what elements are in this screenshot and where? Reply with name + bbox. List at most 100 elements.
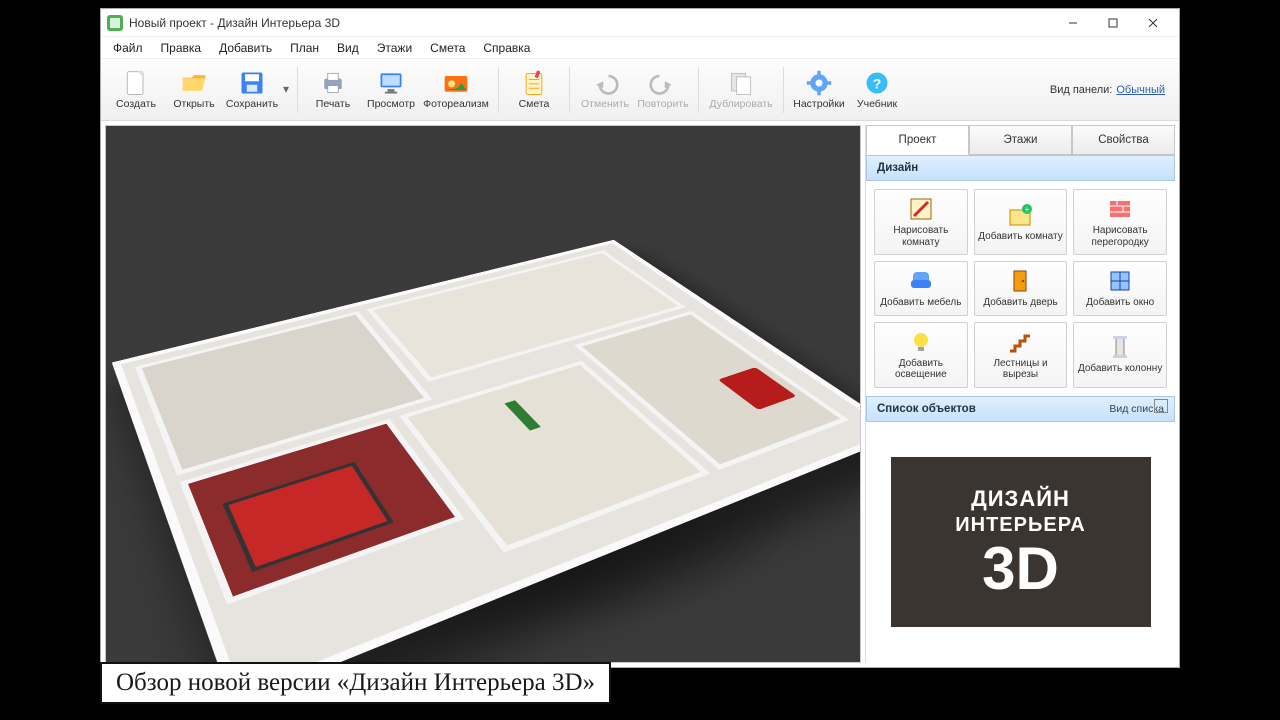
create-button[interactable]: Создать <box>107 64 165 116</box>
add-column-label: Добавить колонну <box>1078 363 1162 375</box>
maximize-button[interactable] <box>1093 12 1133 34</box>
undo-button[interactable]: Отменить <box>576 64 634 116</box>
design-grid: Нарисовать комнату + Добавить комнату На… <box>866 181 1175 396</box>
separator <box>569 67 570 113</box>
save-icon <box>238 69 266 97</box>
app-icon <box>107 15 123 31</box>
sidebar-tabs: Проект Этажи Свойства <box>866 125 1175 155</box>
menu-view[interactable]: Вид <box>329 39 367 57</box>
redo-button[interactable]: Повторить <box>634 64 692 116</box>
video-caption: Обзор новой версии «Дизайн Интерьера 3D» <box>100 662 611 704</box>
separator <box>498 67 499 113</box>
menu-plan[interactable]: План <box>282 39 327 57</box>
svg-text:?: ? <box>873 75 882 91</box>
close-button[interactable] <box>1133 12 1173 34</box>
floorplan-render <box>106 126 860 662</box>
preview-label: Просмотр <box>367 99 415 111</box>
add-window-label: Добавить окно <box>1086 297 1154 309</box>
logo-3d: ДИЗАЙН ИНТЕРЬЕРА 3D <box>891 457 1151 627</box>
door-icon <box>1007 268 1033 294</box>
window-title: Новый проект - Дизайн Интерьера 3D <box>129 16 1053 30</box>
duplicate-icon <box>727 69 755 97</box>
separator <box>783 67 784 113</box>
add-window-button[interactable]: Добавить окно <box>1073 261 1167 316</box>
photoreal-button[interactable]: Фотореализм <box>420 64 492 116</box>
lightbulb-icon <box>908 329 934 355</box>
design-header-label: Дизайн <box>877 162 918 174</box>
duplicate-button[interactable]: Дублировать <box>705 64 777 116</box>
print-button[interactable]: Печать <box>304 64 362 116</box>
panel-view-selector: Вид панели: Обычный <box>1050 84 1173 96</box>
tab-properties[interactable]: Свойства <box>1072 125 1175 155</box>
settings-button[interactable]: Настройки <box>790 64 848 116</box>
add-furniture-label: Добавить мебель <box>880 297 961 309</box>
add-room-icon: + <box>1007 202 1033 228</box>
add-room-button[interactable]: + Добавить комнату <box>974 189 1068 255</box>
open-label: Открыть <box>173 99 214 111</box>
panel-view-label: Вид панели: <box>1050 84 1112 96</box>
stairs-label: Лестницы и вырезы <box>977 358 1065 381</box>
monitor-icon <box>377 69 405 97</box>
printer-icon <box>319 69 347 97</box>
column-icon <box>1107 334 1133 360</box>
add-column-button[interactable]: Добавить колонну <box>1073 322 1167 388</box>
undo-label: Отменить <box>581 99 629 111</box>
notepad-icon <box>520 69 548 97</box>
tutorial-button[interactable]: ? Учебник <box>848 64 906 116</box>
photoreal-icon <box>442 69 470 97</box>
tutorial-label: Учебник <box>857 99 897 111</box>
separator <box>698 67 699 113</box>
save-dropdown[interactable]: ▾ <box>281 64 291 116</box>
redo-label: Повторить <box>637 99 688 111</box>
menu-edit[interactable]: Правка <box>153 39 210 57</box>
menu-help[interactable]: Справка <box>475 39 538 57</box>
menu-add[interactable]: Добавить <box>211 39 280 57</box>
sidebar: Проект Этажи Свойства Дизайн Нарисовать … <box>865 125 1175 663</box>
viewport-3d[interactable] <box>105 125 861 663</box>
logo-line2: ИНТЕРЬЕРА <box>955 514 1085 537</box>
add-door-label: Добавить дверь <box>983 297 1057 309</box>
menu-bar: Файл Правка Добавить План Вид Этажи Смет… <box>101 37 1179 59</box>
create-label: Создать <box>116 99 156 111</box>
add-room-label: Добавить комнату <box>978 231 1062 243</box>
new-file-icon <box>122 69 150 97</box>
draw-room-label: Нарисовать комнату <box>877 225 965 248</box>
objects-header-label: Список объектов <box>877 403 976 415</box>
tab-floors[interactable]: Этажи <box>969 125 1072 155</box>
draw-room-button[interactable]: Нарисовать комнату <box>874 189 968 255</box>
brick-wall-icon <box>1107 196 1133 222</box>
redo-icon <box>649 69 677 97</box>
logo-line3: 3D <box>982 539 1059 599</box>
objects-panel-header: Список объектов Вид списка <box>866 396 1175 422</box>
open-button[interactable]: Открыть <box>165 64 223 116</box>
save-button[interactable]: Сохранить <box>223 64 281 116</box>
panel-view-link[interactable]: Обычный <box>1116 84 1165 96</box>
object-list: ДИЗАЙН ИНТЕРЬЕРА 3D <box>866 422 1175 664</box>
menu-floors[interactable]: Этажи <box>369 39 420 57</box>
add-furniture-button[interactable]: Добавить мебель <box>874 261 968 316</box>
duplicate-label: Дублировать <box>709 99 772 111</box>
menu-estimate[interactable]: Смета <box>422 39 473 57</box>
minimize-button[interactable] <box>1053 12 1093 34</box>
draw-partition-button[interactable]: Нарисовать перегородку <box>1073 189 1167 255</box>
armchair-icon <box>908 268 934 294</box>
separator <box>297 67 298 113</box>
gear-icon <box>805 69 833 97</box>
add-light-button[interactable]: Добавить освещение <box>874 322 968 388</box>
list-view-icon[interactable] <box>1154 399 1168 413</box>
draw-partition-label: Нарисовать перегородку <box>1076 225 1164 248</box>
preview-button[interactable]: Просмотр <box>362 64 420 116</box>
add-door-button[interactable]: Добавить дверь <box>974 261 1068 316</box>
design-panel-header: Дизайн <box>866 155 1175 181</box>
menu-file[interactable]: Файл <box>105 39 151 57</box>
application-window: Новый проект - Дизайн Интерьера 3D Файл … <box>100 8 1180 668</box>
logo-line1: ДИЗАЙН <box>971 486 1070 512</box>
pencil-room-icon <box>908 196 934 222</box>
svg-text:+: + <box>1025 205 1030 214</box>
stairs-button[interactable]: Лестницы и вырезы <box>974 322 1068 388</box>
main-area: Проект Этажи Свойства Дизайн Нарисовать … <box>101 121 1179 667</box>
print-label: Печать <box>316 99 350 111</box>
title-bar: Новый проект - Дизайн Интерьера 3D <box>101 9 1179 37</box>
estimate-button[interactable]: Смета <box>505 64 563 116</box>
tab-project[interactable]: Проект <box>866 125 969 155</box>
